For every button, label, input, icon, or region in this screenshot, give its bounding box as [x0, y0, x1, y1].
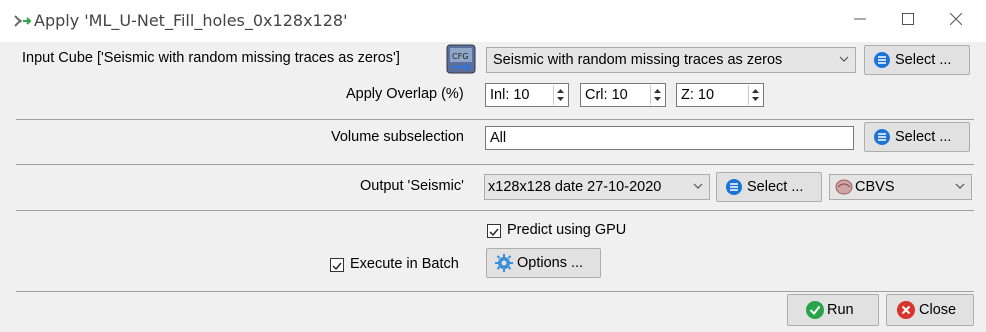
- spinner-arrows-icon[interactable]: [650, 85, 664, 105]
- output-seismic-label: Output 'Seismic': [360, 178, 464, 194]
- options-button[interactable]: Options ...: [486, 248, 601, 278]
- check-circle-icon: [806, 301, 824, 319]
- crossline-overlap-value: Crl: 10: [585, 87, 628, 103]
- maximize-button[interactable]: [893, 8, 923, 34]
- input-cube-combo[interactable]: Seismic with random missing traces as ze…: [486, 47, 856, 73]
- close-window-button[interactable]: [941, 8, 971, 34]
- output-select-label: Select ...: [747, 179, 804, 195]
- close-button[interactable]: Close: [886, 294, 974, 326]
- volume-subselection-value: All: [490, 130, 507, 146]
- volume-select-label: Select ...: [895, 129, 952, 145]
- close-label: Close: [919, 302, 957, 318]
- checkmark-icon: [489, 228, 499, 237]
- list-icon: [874, 129, 890, 145]
- z-overlap-spinner[interactable]: Z: 10: [676, 83, 764, 107]
- separator: [16, 210, 974, 211]
- window-title: Apply 'ML_U-Net_Fill_holes_0x128x128': [34, 11, 348, 30]
- maximize-icon: [902, 13, 914, 25]
- volume-select-button[interactable]: Select ...: [864, 122, 970, 152]
- z-overlap-value: Z: 10: [681, 87, 715, 103]
- run-button[interactable]: Run: [787, 294, 879, 326]
- separator: [16, 119, 974, 120]
- run-label: Run: [827, 302, 854, 318]
- options-label: Options ...: [517, 255, 584, 271]
- chevron-down-icon: [955, 183, 965, 189]
- separator: [16, 164, 974, 165]
- title-bar: Apply 'ML_U-Net_Fill_holes_0x128x128': [0, 0, 986, 42]
- volume-subselection-label: Volume subselection: [331, 129, 464, 145]
- list-icon: [874, 52, 890, 68]
- input-select-label: Select ...: [895, 52, 952, 68]
- close-circle-icon: [897, 301, 915, 319]
- list-icon: [726, 179, 742, 195]
- output-format-value: CBVS: [855, 179, 895, 195]
- chevron-down-icon: [839, 56, 849, 62]
- minimize-icon: [854, 18, 866, 20]
- inline-overlap-value: Inl: 10: [490, 87, 530, 103]
- network-arrow-icon: [14, 15, 32, 27]
- output-select-button[interactable]: Select ...: [716, 172, 822, 202]
- predict-gpu-label[interactable]: Predict using GPU: [507, 222, 626, 238]
- apply-overlap-label: Apply Overlap (%): [346, 86, 464, 102]
- volume-subselection-field[interactable]: All: [485, 126, 854, 150]
- execute-batch-checkbox[interactable]: [330, 258, 344, 272]
- spinner-arrows-icon[interactable]: [748, 85, 762, 105]
- chevron-down-icon: [693, 183, 703, 189]
- seismic-data-icon[interactable]: CFG: [446, 44, 476, 74]
- input-select-button[interactable]: Select ...: [864, 45, 970, 75]
- checkmark-icon: [332, 262, 342, 271]
- minimize-button[interactable]: [845, 8, 875, 34]
- spinner-arrows-icon[interactable]: [553, 85, 567, 105]
- output-seismic-value: x128x128 date 27-10-2020: [488, 179, 662, 195]
- crossline-overlap-spinner[interactable]: Crl: 10: [580, 83, 666, 107]
- predict-gpu-checkbox[interactable]: [487, 224, 501, 238]
- output-seismic-combo[interactable]: x128x128 date 27-10-2020: [484, 174, 710, 200]
- gear-icon: [495, 254, 513, 272]
- separator: [16, 291, 974, 292]
- close-icon: [949, 12, 963, 26]
- inline-overlap-spinner[interactable]: Inl: 10: [485, 83, 569, 107]
- cbvs-icon: [835, 179, 853, 195]
- output-format-combo[interactable]: CBVS: [829, 174, 972, 200]
- dialog-body: Input Cube ['Seismic with random missing…: [0, 42, 986, 332]
- execute-batch-label[interactable]: Execute in Batch: [350, 256, 459, 272]
- input-cube-label: Input Cube ['Seismic with random missing…: [22, 50, 400, 66]
- svg-text:CFG: CFG: [452, 52, 468, 61]
- input-cube-value: Seismic with random missing traces as ze…: [493, 52, 783, 68]
